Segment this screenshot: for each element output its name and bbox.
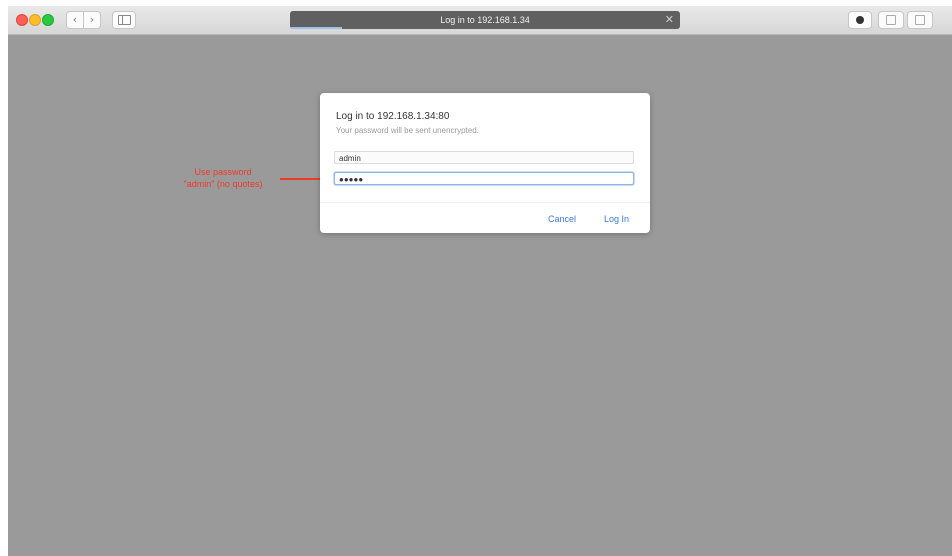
share-button[interactable] [878, 11, 904, 29]
sidebar-toggle-button[interactable] [112, 11, 136, 29]
tabs-icon [915, 15, 925, 25]
password-field[interactable]: ●●●●● [334, 172, 634, 185]
browser-window: ‹ › Log in to 192.168.1.34 ✕ Use passwor… [8, 6, 952, 556]
dialog-divider [320, 202, 650, 203]
extension-dot-icon [856, 16, 864, 24]
login-button[interactable]: Log In [604, 214, 629, 224]
chevron-right-icon: › [89, 13, 95, 26]
tabs-button[interactable] [907, 11, 933, 29]
dialog-title: Log in to 192.168.1.34:80 [336, 111, 450, 122]
cancel-button[interactable]: Cancel [548, 214, 576, 224]
address-bar[interactable]: Log in to 192.168.1.34 ✕ [290, 11, 680, 29]
annotation-line-1: Use password [194, 167, 252, 177]
sidebar-icon [117, 15, 131, 25]
minimize-window-button[interactable] [29, 14, 41, 26]
close-window-button[interactable] [16, 14, 28, 26]
browser-toolbar: ‹ › Log in to 192.168.1.34 ✕ [8, 6, 952, 35]
address-title: Log in to 192.168.1.34 [440, 15, 530, 25]
username-field[interactable]: admin [334, 151, 634, 164]
login-dialog: Log in to 192.168.1.34:80 Your password … [320, 93, 650, 233]
dialog-subtitle: Your password will be sent unencrypted. [336, 126, 479, 135]
annotation-line-2: "admin" (no quotes) [183, 179, 263, 189]
extension-button[interactable] [848, 11, 872, 29]
zoom-window-button[interactable] [42, 14, 54, 26]
forward-button[interactable]: › [83, 11, 101, 29]
instruction-annotation: Use password "admin" (no quotes) [168, 166, 278, 190]
chevron-left-icon: ‹ [72, 13, 78, 26]
back-button[interactable]: ‹ [66, 11, 84, 29]
share-icon [886, 15, 896, 25]
page-load-progress [290, 27, 342, 29]
close-icon[interactable]: ✕ [665, 11, 674, 29]
